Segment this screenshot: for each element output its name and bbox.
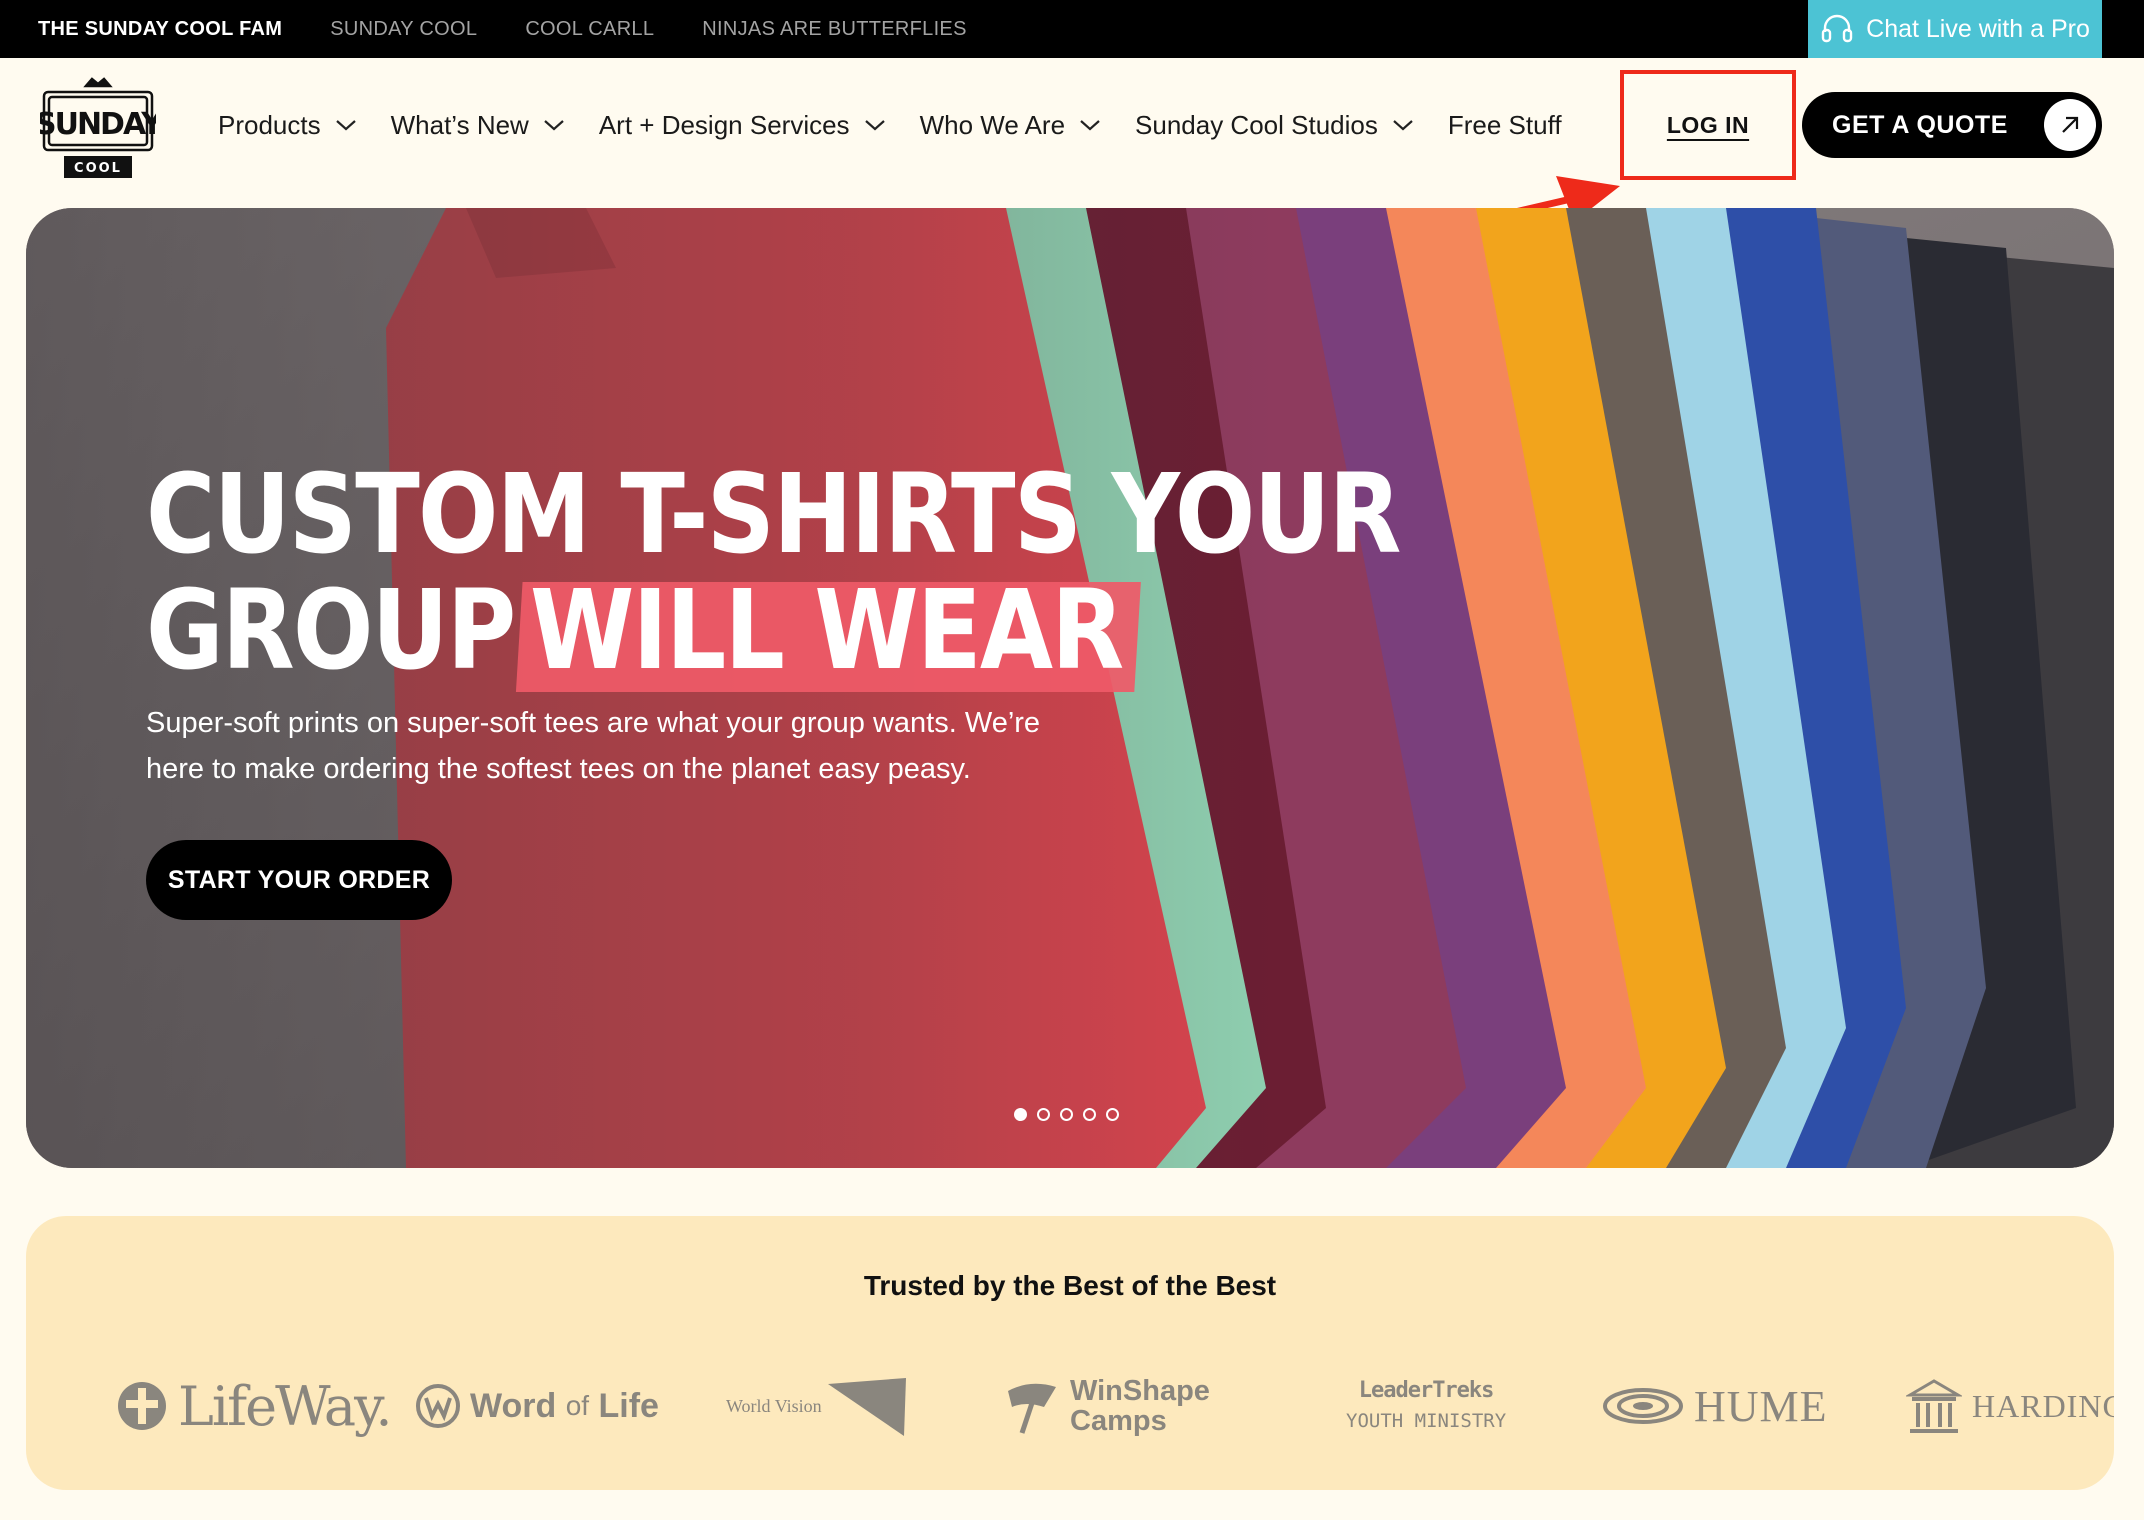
world-vision-star-icon xyxy=(827,1378,906,1436)
hero-heading-highlight: WILL WEAR xyxy=(520,572,1133,688)
winshape-line-2: Camps xyxy=(1070,1405,1167,1437)
hero-subtitle: Super-soft prints on super-soft tees are… xyxy=(146,707,1041,785)
word-of-life-word: Word xyxy=(470,1386,557,1425)
nav-item-sunday-cool-studios[interactable]: Sunday Cool Studios xyxy=(1135,110,1414,141)
get-a-quote-label: GET A QUOTE xyxy=(1832,110,2008,139)
login-link[interactable]: LOG IN xyxy=(1667,112,1749,139)
hume-swirl-icon xyxy=(1603,1388,1683,1424)
carousel-dot-1[interactable] xyxy=(1014,1108,1027,1121)
nav-item-label: Free Stuff xyxy=(1447,109,1562,140)
leadertreks-logo: LeaderTreks YOUTH MINISTRY xyxy=(1346,1366,1506,1446)
nav-item-free-stuff[interactable]: Free Stuff xyxy=(1448,110,1562,141)
nav-item-label: What’s New xyxy=(390,109,529,140)
logo-subword: COOL xyxy=(74,161,122,176)
trusted-by-heading: Trusted by the Best of the Best xyxy=(863,1270,1277,1301)
nav-item-label: Products xyxy=(218,109,321,140)
carousel-dot-3[interactable] xyxy=(1060,1108,1073,1121)
world-vision-logo: World Vision xyxy=(726,1366,918,1446)
nav-item-label: Art + Design Services xyxy=(598,109,850,140)
topbar-link-cool-carll[interactable]: COOL CARLL xyxy=(525,18,654,41)
brand-family-links: THE SUNDAY COOL FAM SUNDAY COOL COOL CAR… xyxy=(0,0,1015,58)
carousel-dot-4[interactable] xyxy=(1083,1108,1096,1121)
logo-wordmark: SUNDAY xyxy=(40,107,156,142)
nav-item-label: Sunday Cool Studios xyxy=(1135,109,1378,140)
hero-heading-line-1: CUSTOM T-SHIRTS YOUR xyxy=(146,450,1402,578)
word-of-life-logo: Word of Life xyxy=(416,1366,659,1446)
hero-heading-plain: GROUP xyxy=(146,566,516,694)
headset-icon xyxy=(1821,14,1853,43)
hero-heading-line-2: GROUP WILL WEAR xyxy=(146,572,1264,688)
login-highlight-annotation: LOG IN xyxy=(1620,70,1796,180)
topbar-link-sunday-cool-fam[interactable]: THE SUNDAY COOL FAM xyxy=(38,18,282,41)
trusted-by-section: Trusted by the Best of the Best LifeWay.… xyxy=(26,1216,2114,1490)
lifeway-cross-icon xyxy=(118,1382,166,1430)
chevron-down-icon xyxy=(544,120,564,131)
carousel-pagination xyxy=(1014,1108,1119,1121)
winshape-line-1: WinShape xyxy=(1070,1375,1210,1407)
word-of-life-w-icon xyxy=(416,1384,460,1428)
nav-item-whats-new[interactable]: What’s New xyxy=(391,110,565,141)
nav-menu: Products What’s New Art + Design Service… xyxy=(218,58,1596,192)
chevron-down-icon xyxy=(864,120,885,131)
lifeway-wordmark: LifeWay. xyxy=(178,1374,393,1438)
nav-item-label: Who We Are xyxy=(919,109,1066,140)
harding-logo: HARDING xyxy=(1906,1366,2114,1446)
topbar-link-ninjas-are-butterflies[interactable]: NINJAS ARE BUTTERFLIES xyxy=(702,18,966,41)
hero-heading: CUSTOM T-SHIRTS YOUR GROUP WILL WEAR xyxy=(146,450,1402,688)
chat-live-button[interactable]: Chat Live with a Pro xyxy=(1808,0,2102,58)
hume-wordmark: HUME xyxy=(1694,1381,1828,1431)
word-of-life-life: Life xyxy=(598,1386,659,1425)
word-of-life-of: of xyxy=(565,1390,590,1421)
hume-logo: HUME xyxy=(1602,1366,1828,1446)
lifeway-logo: LifeWay. xyxy=(116,1366,393,1446)
world-vision-wordmark: World Vision xyxy=(726,1395,822,1416)
get-a-quote-button[interactable]: GET A QUOTE xyxy=(1802,92,2102,158)
carousel-dot-5[interactable] xyxy=(1106,1108,1119,1121)
harding-wordmark: HARDING xyxy=(1972,1387,2114,1424)
start-your-order-button[interactable]: START YOUR ORDER xyxy=(146,840,452,920)
chevron-down-icon xyxy=(1393,120,1413,131)
topbar-link-sunday-cool[interactable]: SUNDAY COOL xyxy=(330,18,477,41)
arrow-up-right-icon xyxy=(2044,99,2096,151)
top-utility-bar: THE SUNDAY COOL FAM SUNDAY COOL COOL CAR… xyxy=(0,0,2144,58)
sunday-cool-logo[interactable]: SUNDAY COOL xyxy=(40,76,156,184)
leadertreks-line-2: YOUTH MINISTRY xyxy=(1346,1410,1507,1432)
harding-building-icon xyxy=(1906,1379,1962,1433)
leadertreks-line-1: LeaderTreks xyxy=(1358,1378,1495,1403)
nav-item-art-design-services[interactable]: Art + Design Services xyxy=(599,110,886,141)
hero-carousel: CUSTOM T-SHIRTS YOUR GROUP WILL WEAR Supe… xyxy=(26,208,2114,1168)
carousel-dot-2[interactable] xyxy=(1037,1108,1050,1121)
hero-heading-highlight-text: WILL WEAR xyxy=(529,566,1124,694)
nav-item-products[interactable]: Products xyxy=(218,110,357,141)
winshape-flag-icon xyxy=(1008,1383,1056,1434)
chevron-down-icon xyxy=(1080,120,1100,131)
winshape-camps-logo: WinShape Camps xyxy=(1004,1366,1210,1446)
nav-item-who-we-are[interactable]: Who We Are xyxy=(920,110,1101,141)
chat-live-label: Chat Live with a Pro xyxy=(1866,14,2090,43)
client-logos: LifeWay. Word of Life World Vision WinSh… xyxy=(86,1366,2114,1446)
chevron-down-icon xyxy=(335,120,356,131)
